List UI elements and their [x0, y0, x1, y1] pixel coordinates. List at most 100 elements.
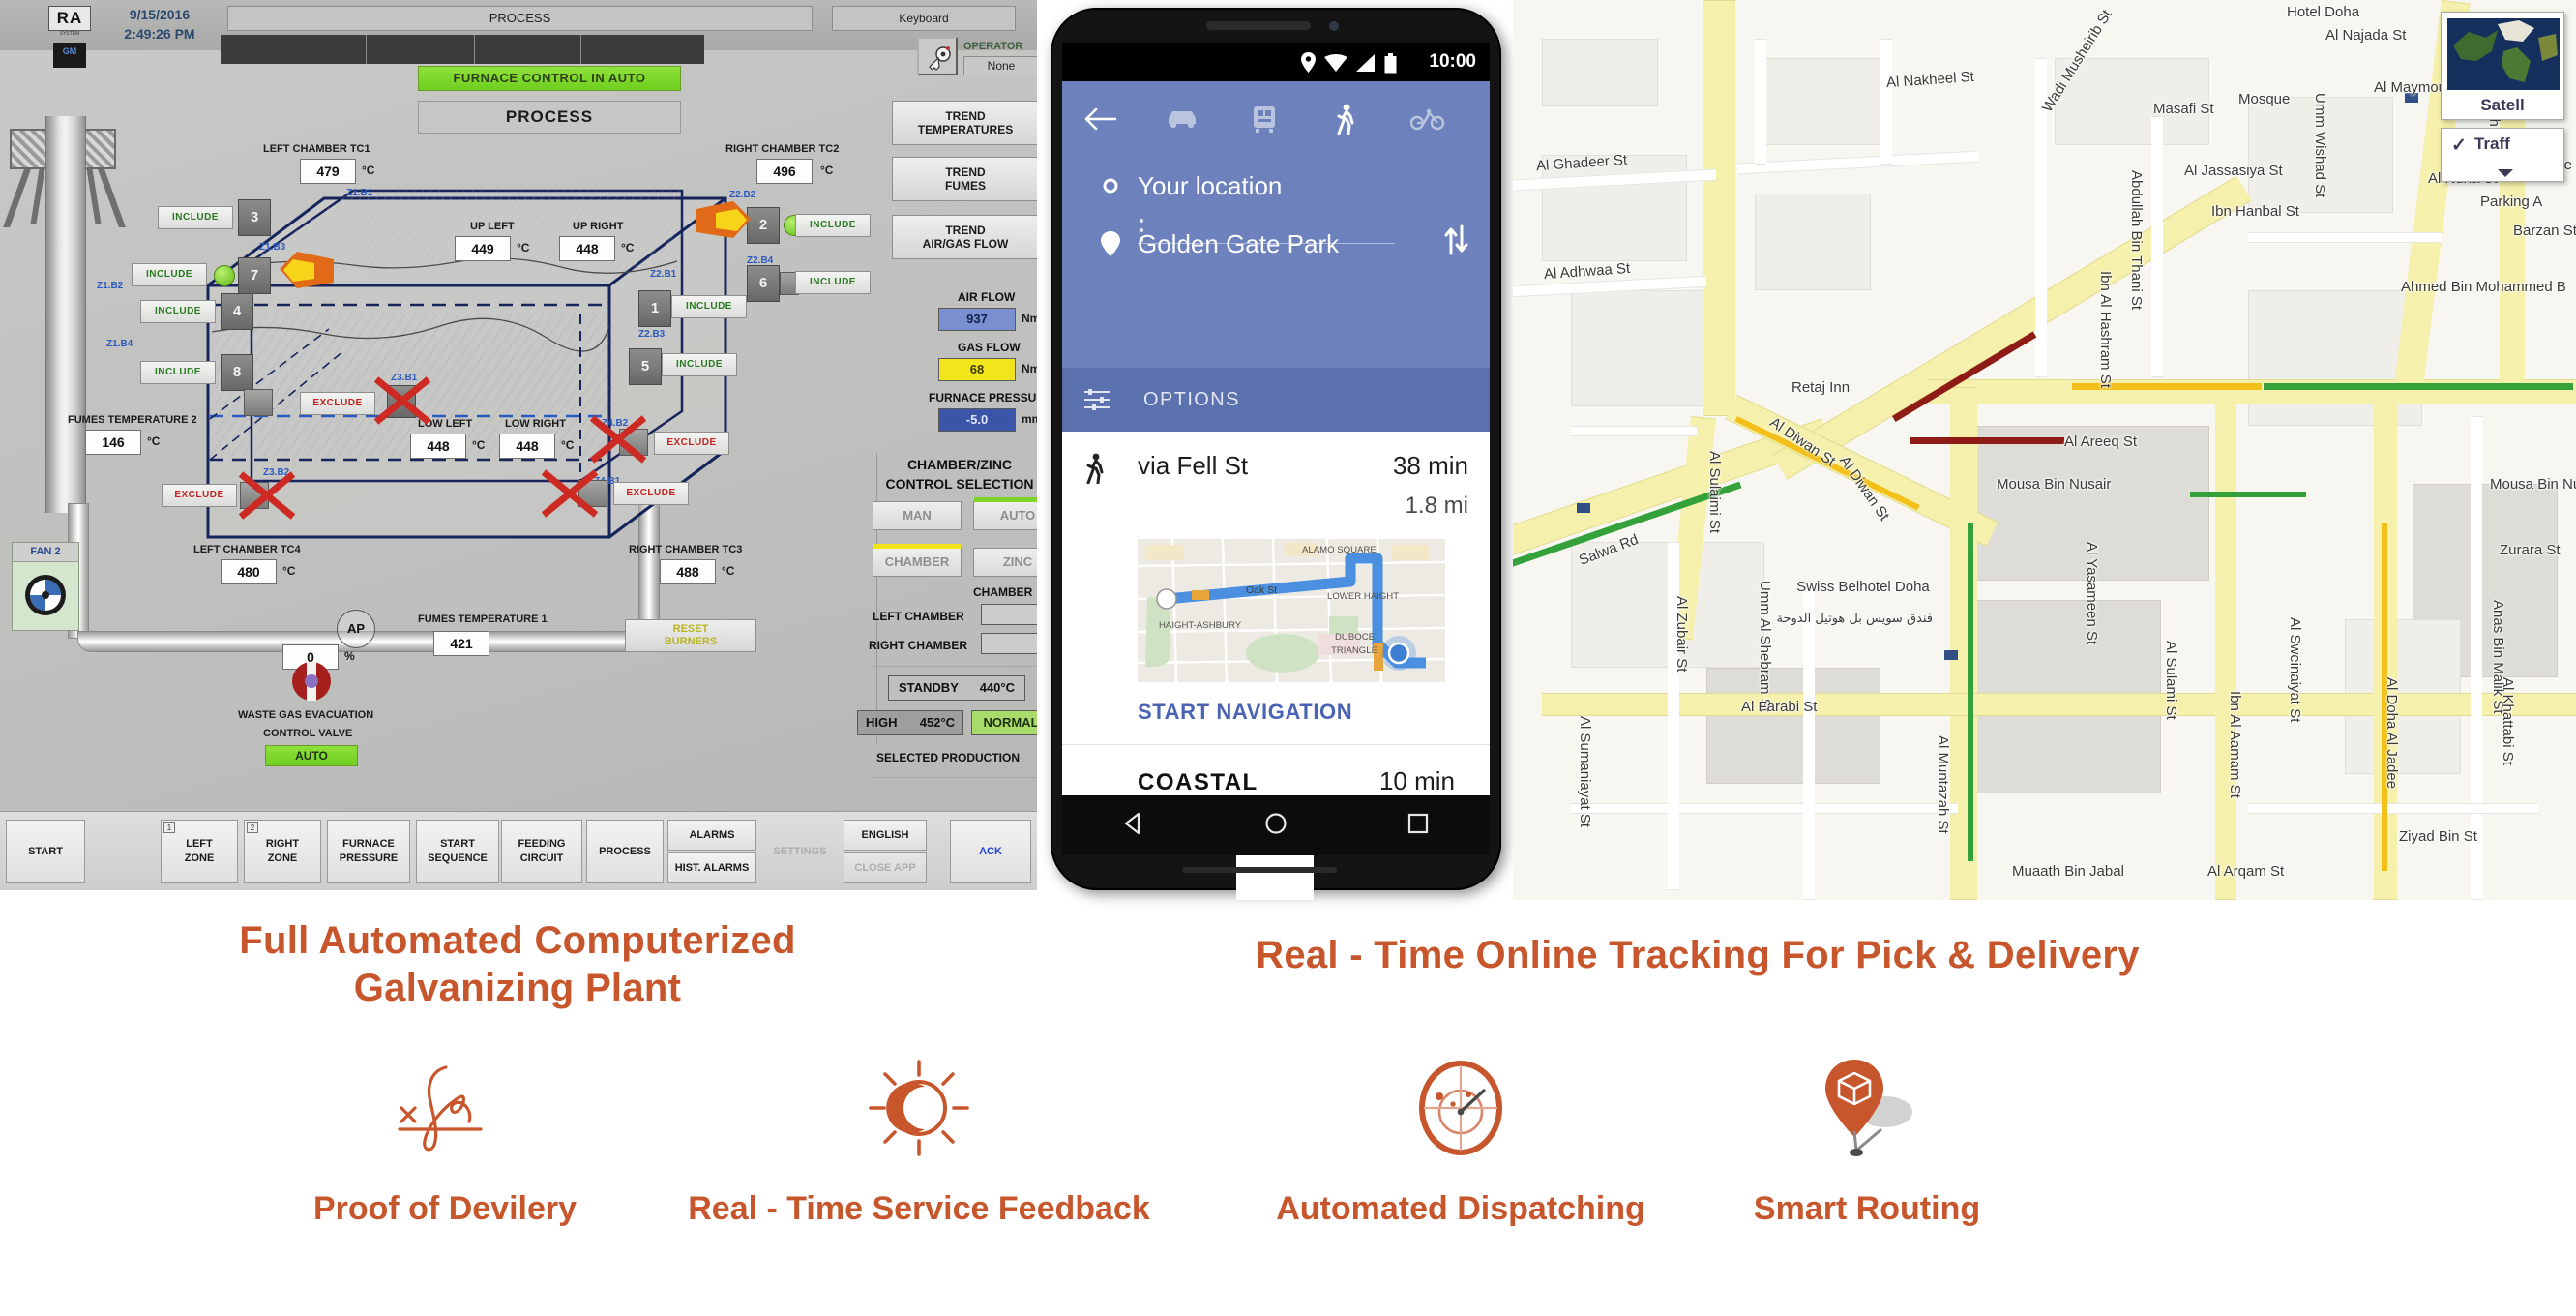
map-road-minor — [1880, 39, 1892, 164]
label-up-left: UP LEFT — [470, 221, 515, 232]
burner-include-6[interactable]: INCLUDE — [795, 271, 871, 294]
bottom-button-close-app[interactable]: CLOSE APP — [844, 852, 927, 883]
satellite-label: Satell — [2480, 96, 2525, 114]
bottom-button-english[interactable]: ENGLISH — [844, 820, 927, 851]
hmi-tab-strip[interactable] — [221, 35, 704, 64]
burner-node-5[interactable]: 5 — [629, 348, 662, 385]
standby-value: 440°C — [979, 680, 1015, 695]
burner-include-2[interactable]: INCLUDE — [795, 214, 871, 237]
burner-exclude-z3b1[interactable]: EXCLUDE — [300, 392, 375, 415]
unit-up-left: °C — [517, 241, 530, 254]
map-satellite-button[interactable]: Satell — [2441, 12, 2564, 120]
bottom-button-process[interactable]: PROCESS — [586, 820, 664, 883]
burner-node-7[interactable]: 7 — [238, 257, 271, 294]
furnace-pressure-value: -5.0 — [938, 408, 1016, 432]
mode-zinc-button[interactable]: ZINC — [973, 548, 1037, 577]
burner-lamp-7 — [214, 265, 235, 286]
caption-left-line2: Galvanizing Plant — [353, 966, 682, 1009]
label-left-chamber-tc4: LEFT CHAMBER TC4 — [193, 544, 301, 555]
bottom-button-start-sequence[interactable]: START SEQUENCE — [416, 820, 499, 883]
burner-node-1[interactable]: 1 — [638, 290, 671, 327]
traffic-check-icon: ✓ — [2451, 135, 2467, 156]
burner-node-4[interactable]: 4 — [221, 293, 253, 330]
burner-include-4[interactable]: INCLUDE — [140, 300, 216, 323]
reset-burners-button[interactable]: RESET BURNERS — [625, 619, 756, 652]
mode-transit[interactable] — [1224, 105, 1306, 134]
mode-chamber-button[interactable]: CHAMBER — [873, 544, 962, 577]
trend-airgas-button[interactable]: TREND AIR/GAS FLOW — [892, 215, 1037, 259]
bottom-button-hist-alarms[interactable]: HIST. ALARMS — [667, 852, 756, 883]
bottom-button-feeding-circuit[interactable]: FEEDING CIRCUIT — [501, 820, 582, 883]
bottom-button-furnace-pressure[interactable]: FURNACE PRESSURE — [327, 820, 410, 883]
value-left-chamber-tc1: 479 — [300, 159, 356, 184]
label-fumes-temperature-1: FUMES TEMPERATURE 1 — [418, 613, 548, 625]
trend-temperatures-button[interactable]: TREND TEMPERATURES — [892, 101, 1037, 145]
origin-row[interactable]: Your location — [1083, 157, 1468, 215]
burner-exclude-z4b1[interactable]: EXCLUDE — [613, 482, 689, 505]
map-label: Al Najada St — [2325, 27, 2407, 44]
nav-back-button[interactable] — [1121, 811, 1146, 841]
route-minimap[interactable]: ALAMO SQUARE Oak St LOWER HAIGHT HAIGHT-… — [1138, 539, 1445, 682]
mode-cycling[interactable] — [1387, 107, 1469, 131]
valve-mode-auto[interactable]: AUTO — [265, 745, 358, 766]
map-block — [1755, 194, 1871, 290]
operator-label: OPERATOR — [963, 41, 1023, 52]
burner-exclude-z4b2[interactable]: EXCLUDE — [654, 432, 729, 455]
burner-include-5[interactable]: INCLUDE — [662, 353, 737, 376]
mode-auto-button[interactable]: AUTO — [973, 497, 1037, 530]
status-bar-clock: 10:00 — [1429, 51, 1476, 72]
hmi-keyboard-field[interactable]: Keyboard — [832, 6, 1016, 31]
nav-recents-button[interactable] — [1406, 811, 1431, 841]
map-label: Swiss Belhotel Doha — [1796, 579, 1930, 595]
map-traffic-red — [1910, 437, 2064, 444]
map-label: Al Farabi St — [1741, 699, 1818, 715]
map-road-minor — [1571, 803, 1958, 814]
bottom-button-right-zone[interactable]: 2 RIGHT ZONE — [244, 820, 321, 883]
operator-login-button[interactable] — [917, 37, 958, 75]
burner-node-8[interactable]: 8 — [221, 354, 253, 391]
unit-right-chamber-tc2: °C — [820, 164, 834, 177]
mode-man-button[interactable]: MAN — [873, 501, 962, 530]
start-navigation-button[interactable]: START NAVIGATION — [1138, 700, 1468, 725]
burner-exclude-z3b2[interactable]: EXCLUDE — [162, 484, 237, 507]
home-circle-icon — [1265, 812, 1287, 834]
burner-include-3[interactable]: INCLUDE — [158, 206, 233, 229]
bottom-button-english-label: ENGLISH — [861, 828, 909, 841]
tune-options-icon — [1084, 389, 1110, 410]
bottom-button-left-zone[interactable]: 1 LEFT ZONE — [161, 820, 238, 883]
route-card-header: via Fell St 38 min 1.8 mi — [1083, 432, 1468, 520]
mode-driving[interactable] — [1141, 107, 1224, 131]
map-traffic-toggle[interactable]: ✓ Traff — [2441, 128, 2564, 182]
left-chamber-setpoint[interactable] — [981, 604, 1037, 625]
status-icon-group — [1300, 52, 1397, 74]
rideshare-card[interactable]: COASTAL 10 min Pickup in 2 min $7−9 Esti… — [1083, 745, 1468, 795]
bottom-button-process-label: PROCESS — [599, 845, 651, 857]
back-button[interactable] — [1083, 106, 1141, 132]
gas-flow-value: 68 — [938, 358, 1016, 381]
burner-include-7[interactable]: INCLUDE — [132, 263, 207, 286]
svg-text:Oak St: Oak St — [1246, 584, 1277, 596]
high-row: HIGH 452°C — [857, 710, 963, 735]
mode-walking[interactable] — [1305, 104, 1387, 135]
burner-node-6[interactable]: 6 — [747, 265, 780, 302]
burner-node-3[interactable]: 3 — [238, 199, 271, 236]
burner-include-1[interactable]: INCLUDE — [671, 295, 747, 318]
chevron-down-icon[interactable] — [2498, 169, 2513, 177]
caption-right: Real - Time Online Tracking For Pick & D… — [1256, 934, 2140, 976]
bottom-button-ack[interactable]: ACK — [950, 820, 1031, 883]
bottom-button-alarms[interactable]: ALARMS — [667, 820, 756, 851]
nav-home-button[interactable] — [1263, 811, 1288, 841]
bottom-button-settings[interactable]: SETTINGS — [760, 820, 840, 883]
map-label: Al Sweinaiyat St — [2287, 617, 2303, 723]
fan-2-widget[interactable]: FAN 2 — [12, 542, 79, 631]
swap-endpoints-button[interactable] — [1443, 224, 1468, 260]
hmi-title-field: PROCESS — [227, 6, 813, 31]
burner-include-8[interactable]: INCLUDE — [140, 361, 216, 384]
trend-fumes-button[interactable]: TREND FUMES — [892, 157, 1037, 201]
feature-smart-routing: Smart Routing — [1703, 1055, 2031, 1228]
bottom-button-start[interactable]: START — [6, 820, 85, 883]
traffic-map[interactable]: Hotel Doha Al Najada St Rege Al Nakheel … — [1513, 0, 2576, 900]
options-row[interactable]: OPTIONS — [1062, 368, 1490, 432]
right-chamber-row-label: RIGHT CHAMBER — [869, 639, 967, 652]
right-chamber-setpoint[interactable] — [981, 633, 1037, 654]
